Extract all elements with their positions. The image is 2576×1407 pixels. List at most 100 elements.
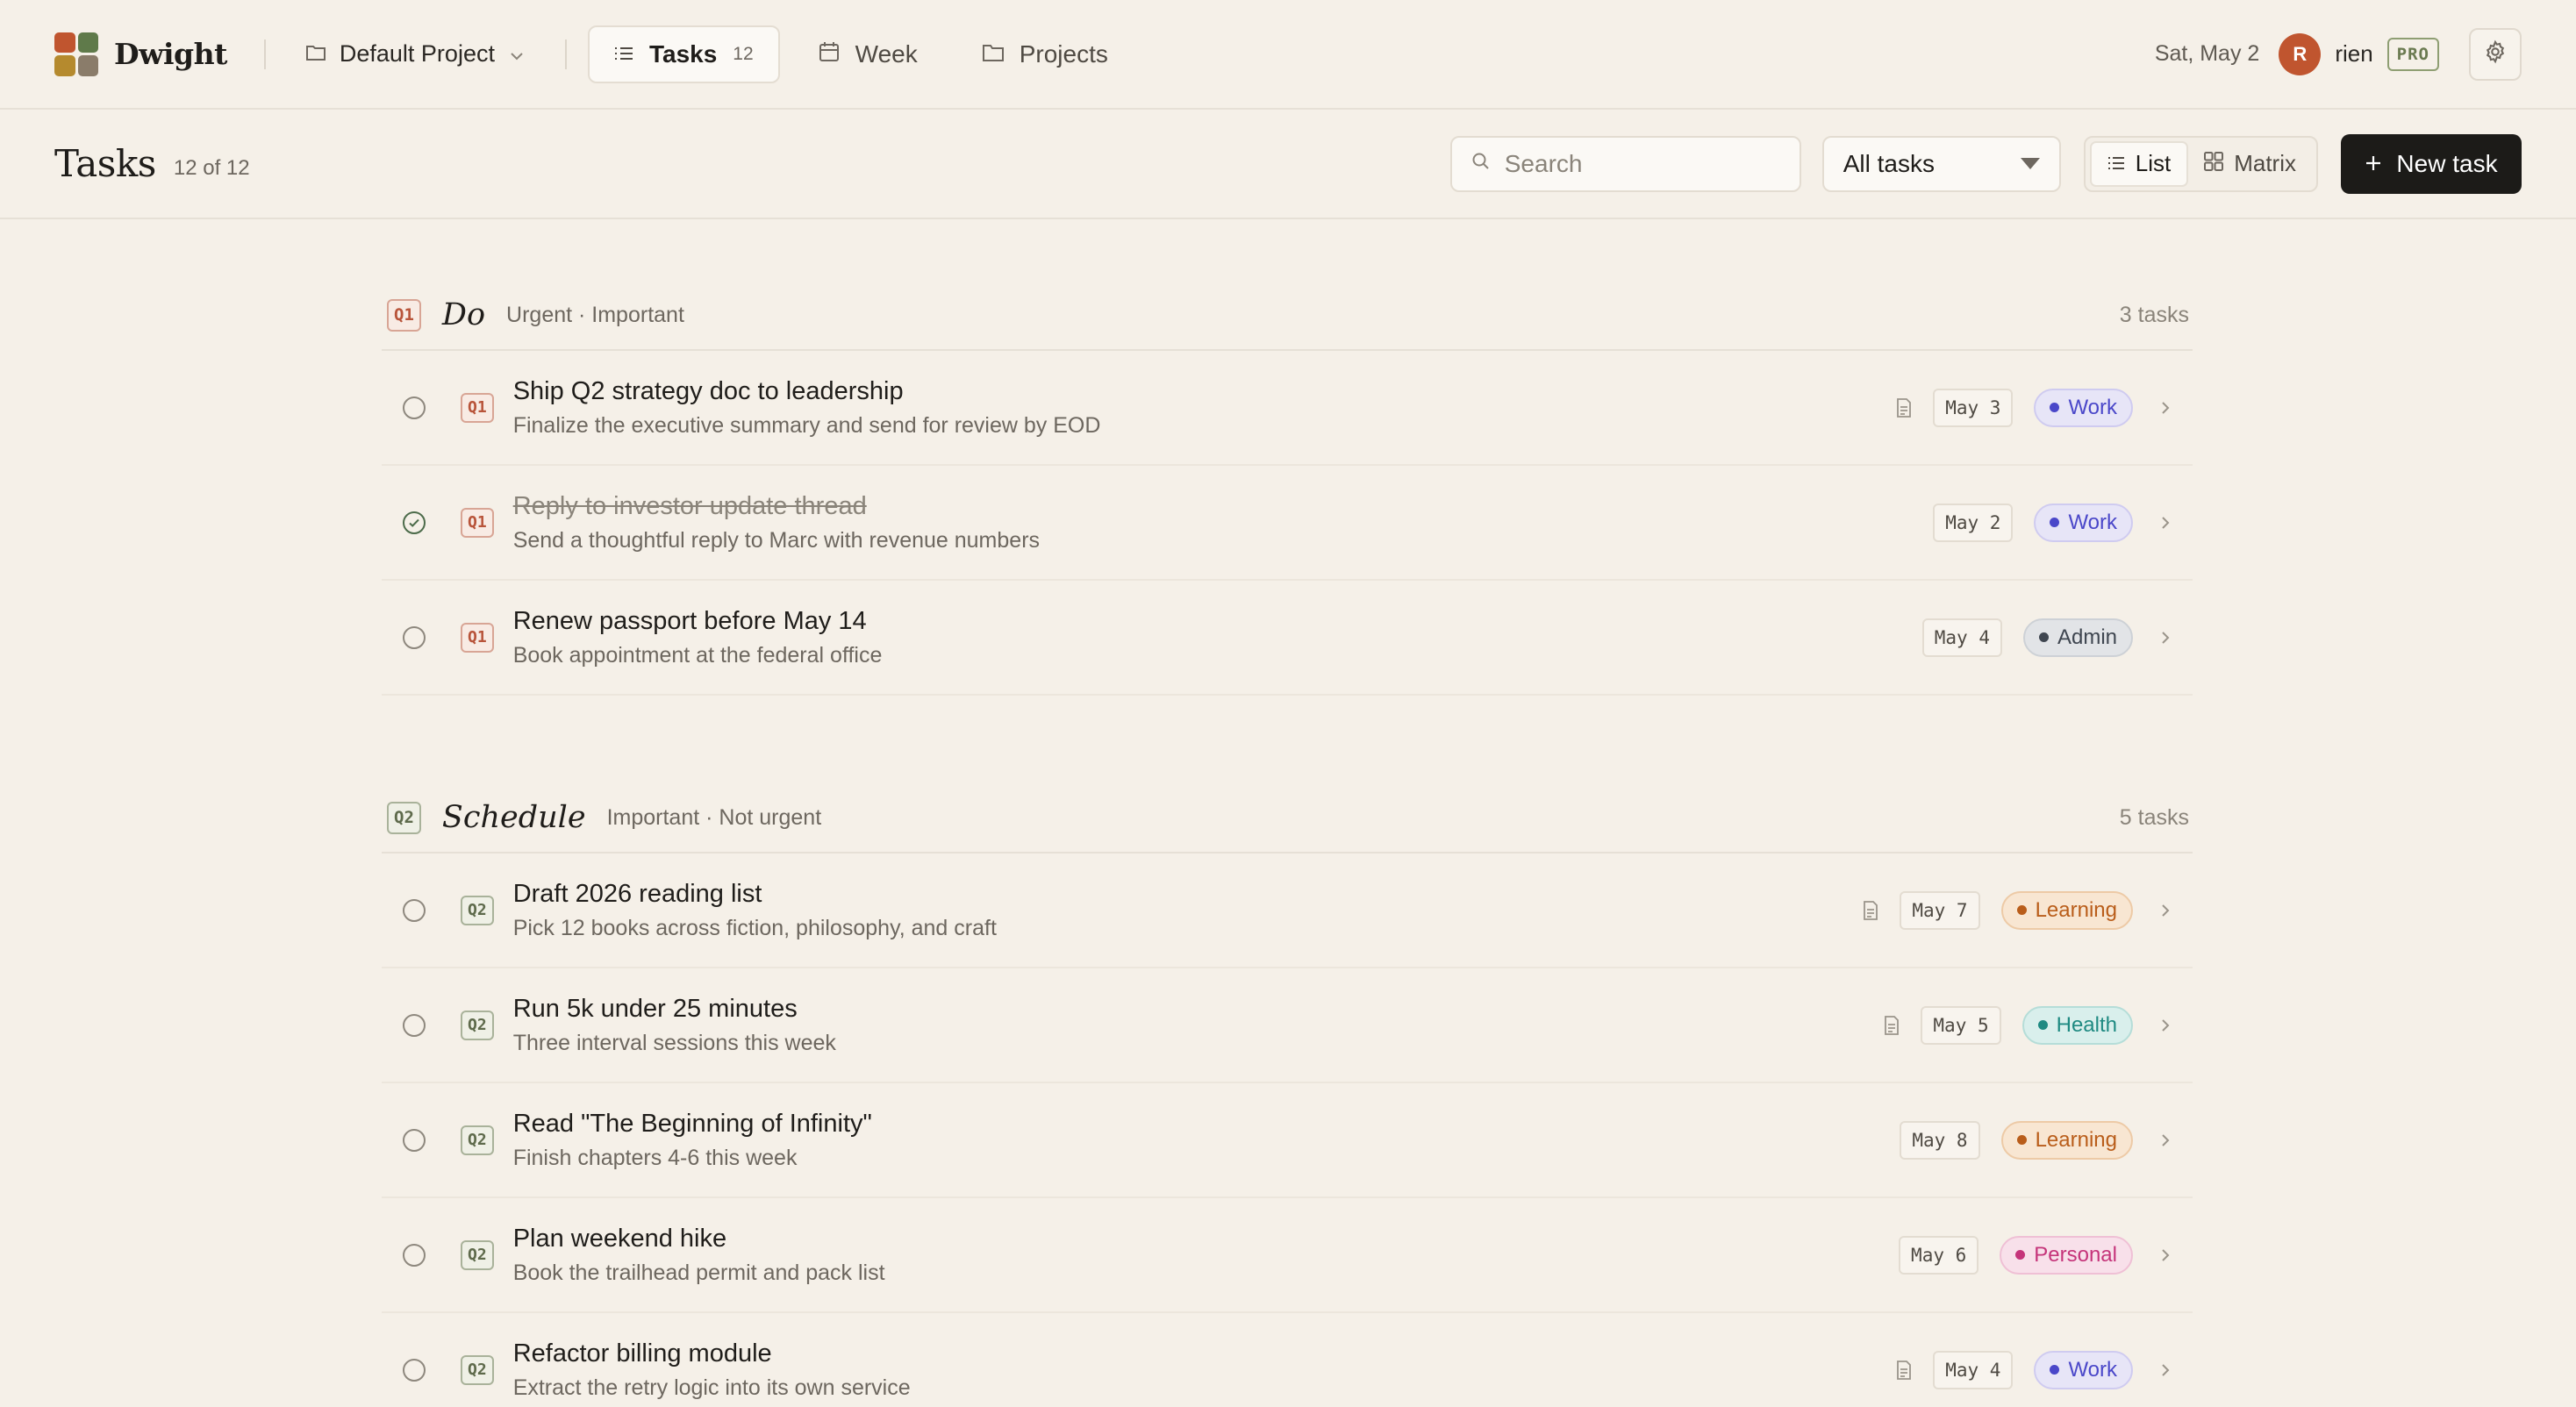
group-description: Urgent · Important (506, 302, 684, 327)
task-row[interactable]: Q2 Plan weekend hike Book the trailhead pe… (382, 1198, 2193, 1313)
project-name: Default Project (339, 40, 495, 67)
quadrant-badge: Q1 (387, 298, 421, 332)
logo-mark-icon (54, 32, 98, 76)
tag-badge[interactable]: Work (2034, 1350, 2133, 1389)
grid-icon (2204, 150, 2224, 177)
task-text: Reply to investor update thread Send a th… (513, 491, 1040, 554)
group-header[interactable]: Q2 Schedule Important · Not urgent 5 tasks (382, 783, 2193, 853)
task-title: Run 5k under 25 minutes (512, 994, 798, 1023)
task-description: Three interval sessions this week (512, 1031, 836, 1056)
view-toggle: List Matrix (2083, 135, 2318, 192)
task-row[interactable]: Q2 Refactor billing module Extract the ret… (382, 1313, 2193, 1407)
tag-dot (2015, 1250, 2026, 1260)
group-header[interactable]: Q1 Do Urgent · Important 3 tasks (382, 281, 2193, 351)
task-row[interactable]: Q1 Renew passport before May 14 Book appoi… (382, 581, 2193, 696)
tag-label: Work (2068, 395, 2117, 419)
note-icon (1884, 1015, 1900, 1035)
settings-button[interactable] (2469, 27, 2522, 81)
tag-badge[interactable]: Work (2034, 388, 2133, 427)
task-checkbox[interactable] (403, 1243, 426, 1267)
chevron-right-icon[interactable] (2159, 1017, 2172, 1034)
view-list-label: List (2135, 150, 2172, 176)
tag-badge[interactable]: Health (2021, 1005, 2133, 1045)
task-meta: May 3 Work (1896, 388, 2172, 427)
filter-select[interactable]: All tasks (1821, 135, 2061, 192)
view-list-button[interactable]: List (2089, 140, 2189, 187)
note-icon (1896, 1360, 1912, 1380)
task-title: Plan weekend hike (512, 1224, 727, 1253)
chevron-right-icon[interactable] (2159, 399, 2172, 417)
tag-label: Personal (2034, 1242, 2117, 1267)
task-row[interactable]: Q2 Read "The Beginning of Infinity" Finish… (382, 1083, 2193, 1198)
tab-tasks-count: 12 (733, 43, 754, 64)
chevron-right-icon[interactable] (2159, 1361, 2172, 1379)
task-checkbox[interactable] (403, 1128, 426, 1152)
avatar[interactable]: R (2279, 32, 2322, 75)
due-date: May 6 (1899, 1235, 1979, 1275)
task-row[interactable]: Q2 Run 5k under 25 minutes Three interval … (382, 968, 2193, 1083)
task-row[interactable]: Q1 Reply to investor update thread Send a … (382, 466, 2193, 581)
tag-dot (2016, 905, 2027, 915)
task-meta: May 8 Learning (1900, 1120, 2172, 1160)
due-date: May 4 (1921, 618, 2002, 657)
due-date: May 5 (1921, 1005, 2001, 1045)
tab-week[interactable]: Week (792, 25, 944, 83)
due-date: May 7 (1900, 890, 1980, 930)
due-date: May 3 (1933, 388, 2014, 427)
note-icon (1896, 397, 1912, 418)
task-checkbox[interactable] (403, 396, 426, 419)
new-task-label: New task (2396, 149, 2498, 177)
chevron-right-icon[interactable] (2159, 1132, 2172, 1149)
task-description: Finish chapters 4-6 this week (512, 1146, 798, 1171)
user-area: Sat, May 2 R rien PRO (2154, 27, 2522, 81)
search-box[interactable] (1449, 135, 1801, 192)
task-checkbox[interactable] (403, 625, 426, 649)
tag-dot (2037, 1020, 2048, 1030)
quadrant-badge: Q1 (461, 392, 494, 423)
due-date: May 2 (1933, 503, 2014, 542)
chevron-right-icon[interactable] (2159, 902, 2172, 919)
current-date: Sat, May 2 (2154, 41, 2260, 66)
task-text: Draft 2026 reading list Pick 12 books acr… (513, 879, 997, 942)
tag-badge[interactable]: Learning (2000, 1120, 2133, 1160)
tab-tasks-label: Tasks (648, 39, 718, 68)
username[interactable]: rien (2335, 40, 2372, 68)
task-checkbox[interactable] (403, 1358, 426, 1382)
project-selector[interactable]: Default Project (305, 40, 525, 68)
task-title: Reply to investor update thread (512, 491, 867, 520)
logo[interactable]: Dwight (54, 32, 227, 76)
task-text: Read "The Beginning of Infinity" Finish c… (513, 1109, 872, 1172)
task-title: Read "The Beginning of Infinity" (512, 1109, 872, 1138)
chevron-right-icon[interactable] (2159, 629, 2172, 646)
new-task-button[interactable]: New task (2341, 133, 2522, 194)
group-title: Schedule (441, 800, 586, 835)
quadrant-badge: Q2 (461, 1354, 494, 1385)
tag-badge[interactable]: Work (2034, 503, 2133, 542)
tag-label: Admin (2057, 625, 2117, 649)
view-matrix-button[interactable]: Matrix (2188, 141, 2312, 187)
task-checkbox[interactable] (403, 898, 426, 922)
tab-week-label: Week (855, 39, 918, 68)
folder-icon (305, 40, 326, 68)
search-input[interactable] (1504, 149, 1780, 178)
tag-badge[interactable]: Personal (2000, 1235, 2133, 1275)
tag-badge[interactable]: Admin (2022, 618, 2133, 657)
tag-badge[interactable]: Learning (2000, 890, 2133, 930)
task-count: 12 of 12 (173, 155, 250, 180)
chevron-right-icon[interactable] (2159, 514, 2172, 532)
tab-tasks[interactable]: Tasks 12 (587, 25, 780, 83)
calendar-icon (819, 40, 840, 68)
chevron-right-icon[interactable] (2159, 1246, 2172, 1264)
task-meta: May 5 Health (1884, 1005, 2172, 1045)
quadrant-badge: Q2 (461, 1010, 494, 1040)
checked-circle-icon[interactable] (403, 511, 426, 534)
task-row[interactable]: Q2 Draft 2026 reading list Pick 12 books a… (382, 853, 2193, 968)
task-checkbox[interactable] (403, 1013, 426, 1037)
tag-label: Work (2068, 510, 2117, 534)
task-description: Book appointment at the federal office (512, 643, 883, 668)
plan-badge: PRO (2386, 37, 2439, 71)
task-row[interactable]: Q1 Ship Q2 strategy doc to leadership Fina… (382, 351, 2193, 466)
tab-projects[interactable]: Projects (956, 25, 1134, 83)
task-text: Refactor billing module Extract the retry… (513, 1339, 911, 1402)
page-title: Tasks (54, 142, 156, 185)
